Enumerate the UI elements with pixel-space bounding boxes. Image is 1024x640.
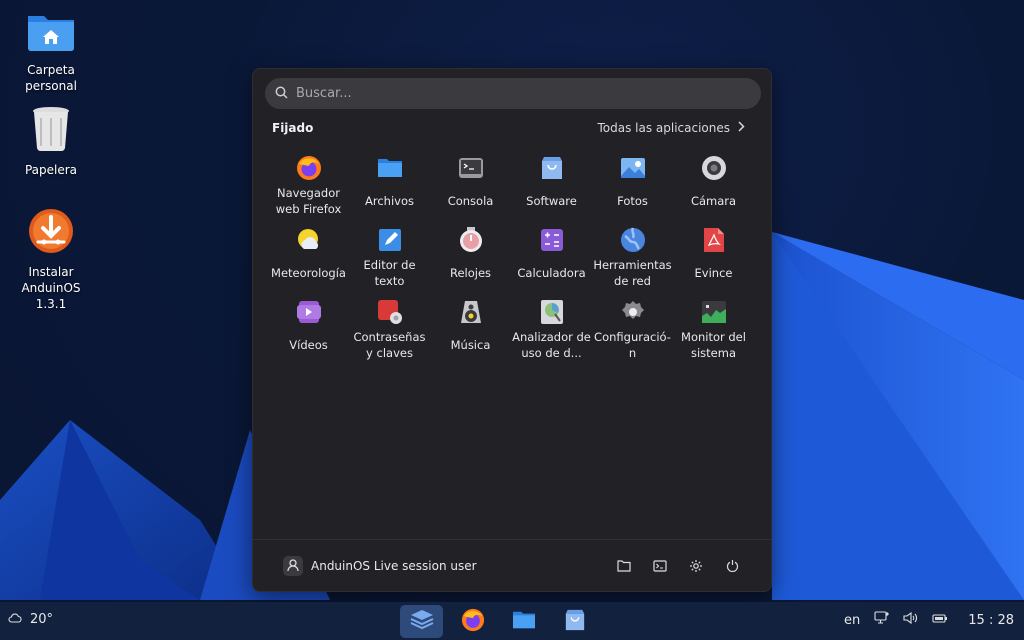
volume-icon[interactable] [903, 611, 918, 628]
all-apps-link[interactable]: Todas las aplicaciones [597, 121, 745, 135]
app-disk-usage[interactable]: Analizador de uso de d... [511, 293, 592, 365]
console-icon [458, 155, 484, 181]
app-label: Contraseñas y claves [353, 330, 426, 360]
disk-usage-icon [539, 299, 565, 325]
home-folder-icon [26, 10, 76, 56]
pinned-section-title: Fijado [272, 121, 314, 135]
system-monitor-icon [701, 299, 727, 325]
desktop-icon-label: Instalar AnduinOS 1.3.1 [21, 265, 81, 311]
installer-icon [28, 208, 74, 258]
photos-icon [620, 155, 646, 181]
app-system-monitor[interactable]: Monitor del sistema [673, 293, 754, 365]
network-tools-icon [620, 227, 646, 253]
software-icon [564, 608, 586, 636]
app-videos[interactable]: Vídeos [268, 293, 349, 365]
app-label: Relojes [449, 266, 492, 280]
music-icon [458, 299, 484, 325]
app-console[interactable]: Consola [430, 149, 511, 221]
app-label: Archivos [365, 194, 414, 208]
weather-widget[interactable]: 20° [8, 612, 53, 627]
videos-icon [296, 299, 322, 325]
search-input[interactable] [296, 86, 736, 101]
network-icon[interactable] [874, 611, 889, 629]
text-editor-icon [377, 227, 403, 253]
desktop-icon-home[interactable]: Carpeta personal [1, 10, 101, 94]
pinned-apps-grid: Navegador web Firefox Archivos Consola S… [268, 149, 760, 365]
app-evince[interactable]: Evince [673, 221, 754, 293]
search-icon [275, 84, 288, 103]
app-label: Herramientas de red [593, 258, 672, 288]
app-text-editor[interactable]: Editor de texto [349, 221, 430, 293]
app-firefox[interactable]: Navegador web Firefox [268, 149, 349, 221]
calculator-icon [539, 227, 565, 253]
app-label: Monitor del sistema [681, 330, 746, 360]
app-label: Cámara [690, 194, 737, 208]
power-icon[interactable] [723, 557, 741, 575]
app-label: Consola [447, 194, 494, 208]
system-tray: en 15 : 28 [844, 611, 1014, 629]
taskbar-firefox-button[interactable] [451, 605, 494, 638]
desktop-icon-installer[interactable]: Instalar AnduinOS 1.3.1 [1, 208, 101, 312]
app-settings[interactable]: Configuració-n [592, 293, 673, 365]
terminal-icon[interactable] [651, 557, 669, 575]
search-box[interactable] [265, 78, 761, 109]
menu-footer: AnduinOS Live session user [253, 539, 771, 591]
clock[interactable]: 15 : 28 [968, 613, 1014, 628]
desktop-icon-trash[interactable]: Papelera [1, 106, 101, 178]
app-label: Meteorología [271, 266, 346, 280]
user-name: AnduinOS Live session user [311, 558, 477, 573]
app-label: Editor de texto [363, 258, 416, 288]
user-button[interactable]: AnduinOS Live session user [283, 555, 477, 576]
files-icon [377, 155, 403, 181]
passwords-icon [377, 299, 403, 325]
app-photos[interactable]: Fotos [592, 149, 673, 221]
start-menu: Fijado Todas las aplicaciones Navegador … [252, 68, 772, 592]
folder-icon[interactable] [615, 557, 633, 575]
desktop-icon-label: Carpeta personal [25, 63, 77, 93]
taskbar-app-grid-button[interactable] [400, 605, 443, 638]
camera-icon [701, 155, 727, 181]
weather-temperature: 20° [30, 612, 54, 627]
app-label: Software [526, 194, 577, 208]
app-camera[interactable]: Cámara [673, 149, 754, 221]
all-apps-label: Todas las aplicaciones [597, 121, 730, 135]
user-avatar-icon [283, 555, 303, 576]
app-label: Vídeos [289, 338, 328, 352]
battery-icon[interactable] [932, 613, 948, 628]
app-passwords[interactable]: Contraseñas y claves [349, 293, 430, 365]
taskbar-software-button[interactable] [553, 605, 596, 638]
document-viewer-icon [701, 227, 727, 253]
app-grid-icon [410, 609, 434, 635]
chevron-right-icon [738, 121, 745, 135]
clocks-icon [458, 227, 484, 253]
trash-icon [31, 106, 71, 156]
taskbar-files-button[interactable] [502, 605, 545, 638]
app-label: Analizador de uso de d... [512, 330, 591, 360]
app-label: Música [450, 338, 491, 352]
app-software[interactable]: Software [511, 149, 592, 221]
app-label: Navegador web Firefox [275, 186, 342, 216]
app-label: Calculadora [517, 266, 586, 280]
software-icon [539, 155, 565, 181]
app-network-tools[interactable]: Herramientas de red [592, 221, 673, 293]
app-calculator[interactable]: Calculadora [511, 221, 592, 293]
app-label: Fotos [617, 194, 648, 208]
gear-icon[interactable] [687, 557, 705, 575]
files-icon [512, 609, 536, 635]
app-weather[interactable]: Meteorología [268, 221, 349, 293]
app-music[interactable]: Música [430, 293, 511, 365]
settings-icon [620, 299, 646, 325]
desktop-icon-label: Papelera [24, 163, 78, 177]
app-files[interactable]: Archivos [349, 149, 430, 221]
firefox-icon [461, 608, 485, 636]
weather-icon [296, 227, 322, 253]
cloud-icon [8, 612, 22, 627]
firefox-icon [296, 155, 322, 181]
app-clocks[interactable]: Relojes [430, 221, 511, 293]
app-label: Evince [694, 266, 733, 280]
app-label: Configuració-n [594, 330, 671, 360]
taskbar: 20° en 15 : 28 [0, 602, 1024, 640]
language-indicator[interactable]: en [844, 613, 860, 628]
